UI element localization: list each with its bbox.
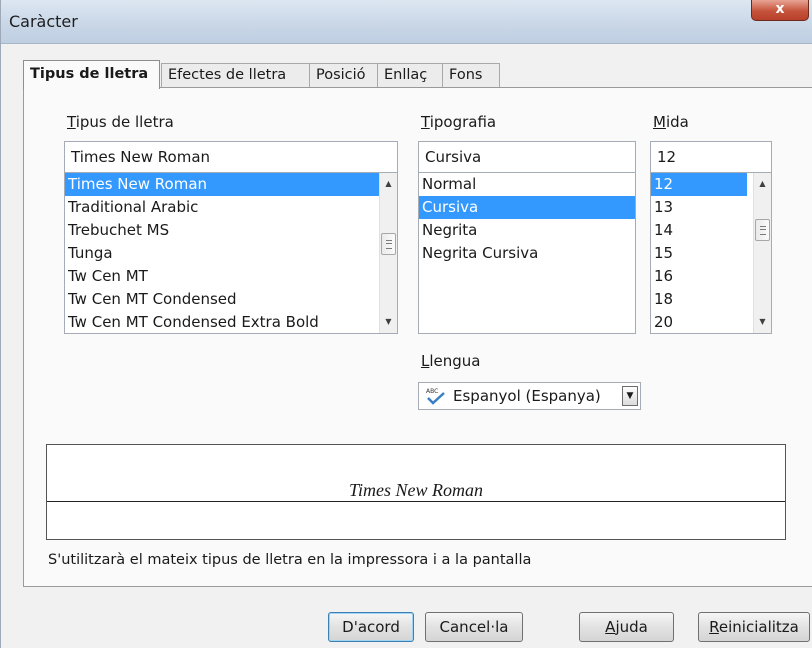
list-item[interactable]: Negrita Cursiva (419, 242, 635, 265)
list-item[interactable]: Tunga (65, 242, 397, 265)
tab-background[interactable]: Fons (442, 63, 500, 88)
spellcheck-icon: ABC (425, 385, 447, 407)
scroll-down-icon[interactable]: ▼ (754, 313, 771, 331)
list-item[interactable]: Negrita (419, 219, 635, 242)
title-bar: Caràcter x (1, 0, 812, 44)
language-label: Llengua (421, 352, 481, 370)
size-list[interactable]: 12 13 14 15 16 18 20 ▲ ▼ (650, 172, 772, 334)
language-value: Espanyol (Espanya) (453, 387, 601, 405)
preview-note: S'utilitzarà el mateix tipus de lletra e… (48, 552, 532, 568)
tab-position[interactable]: Posició (309, 63, 378, 88)
tab-font[interactable]: Tipus de lletra (23, 60, 160, 89)
cancel-button[interactable]: Cancel·la (425, 612, 523, 642)
font-preview: Times New Roman (46, 444, 786, 540)
list-item[interactable]: Normal (419, 173, 635, 196)
typeface-label: Tipografia (421, 113, 497, 131)
close-icon: x (775, 1, 785, 17)
preview-baseline (47, 501, 785, 502)
font-family-label: Tipus de lletra (67, 113, 174, 131)
list-item[interactable]: Trebuchet MS (65, 219, 397, 242)
scroll-up-icon[interactable]: ▲ (754, 175, 771, 193)
size-input[interactable]: 12 (650, 141, 772, 173)
scrollbar-thumb[interactable] (381, 233, 396, 255)
ok-button[interactable]: D'acord (328, 612, 414, 642)
scroll-down-icon[interactable]: ▼ (380, 313, 397, 331)
window-title: Caràcter (9, 12, 78, 31)
list-item[interactable]: Times New Roman (65, 173, 397, 196)
character-dialog: Caràcter x Tipus de lletra Efectes de ll… (0, 0, 812, 648)
scrollbar-thumb[interactable] (755, 219, 770, 241)
svg-text:ABC: ABC (426, 388, 438, 395)
close-button[interactable]: x (751, 0, 809, 21)
list-item[interactable]: Traditional Arabic (65, 196, 397, 219)
chevron-down-icon[interactable]: ▼ (622, 386, 638, 406)
preview-text: Times New Roman (346, 480, 485, 500)
list-item[interactable]: Tw Cen MT Condensed (65, 288, 397, 311)
size-scrollbar[interactable]: ▲ ▼ (753, 173, 771, 333)
size-label: Mida (653, 113, 689, 131)
font-family-list[interactable]: Times New Roman Traditional Arabic Trebu… (64, 172, 398, 334)
list-item[interactable]: 12 (651, 173, 747, 196)
scroll-up-icon[interactable]: ▲ (380, 175, 397, 193)
list-item[interactable]: Tw Cen MT Condensed Extra Bold (65, 311, 397, 333)
list-item[interactable]: Cursiva (419, 196, 635, 219)
tab-hyperlink[interactable]: Enllaç (377, 63, 443, 88)
typeface-input[interactable]: Cursiva (418, 141, 636, 173)
help-button[interactable]: Ajuda (579, 612, 674, 642)
language-select[interactable]: ABC Espanyol (Espanya) ▼ (418, 382, 641, 410)
list-item[interactable]: Tw Cen MT (65, 265, 397, 288)
font-family-input[interactable]: Times New Roman (64, 141, 398, 173)
tab-font-effects[interactable]: Efectes de lletra (161, 63, 322, 88)
typeface-list[interactable]: Normal Cursiva Negrita Negrita Cursiva (418, 172, 636, 334)
font-family-scrollbar[interactable]: ▲ ▼ (379, 173, 397, 333)
reset-button[interactable]: Reinicialitza (698, 612, 810, 642)
